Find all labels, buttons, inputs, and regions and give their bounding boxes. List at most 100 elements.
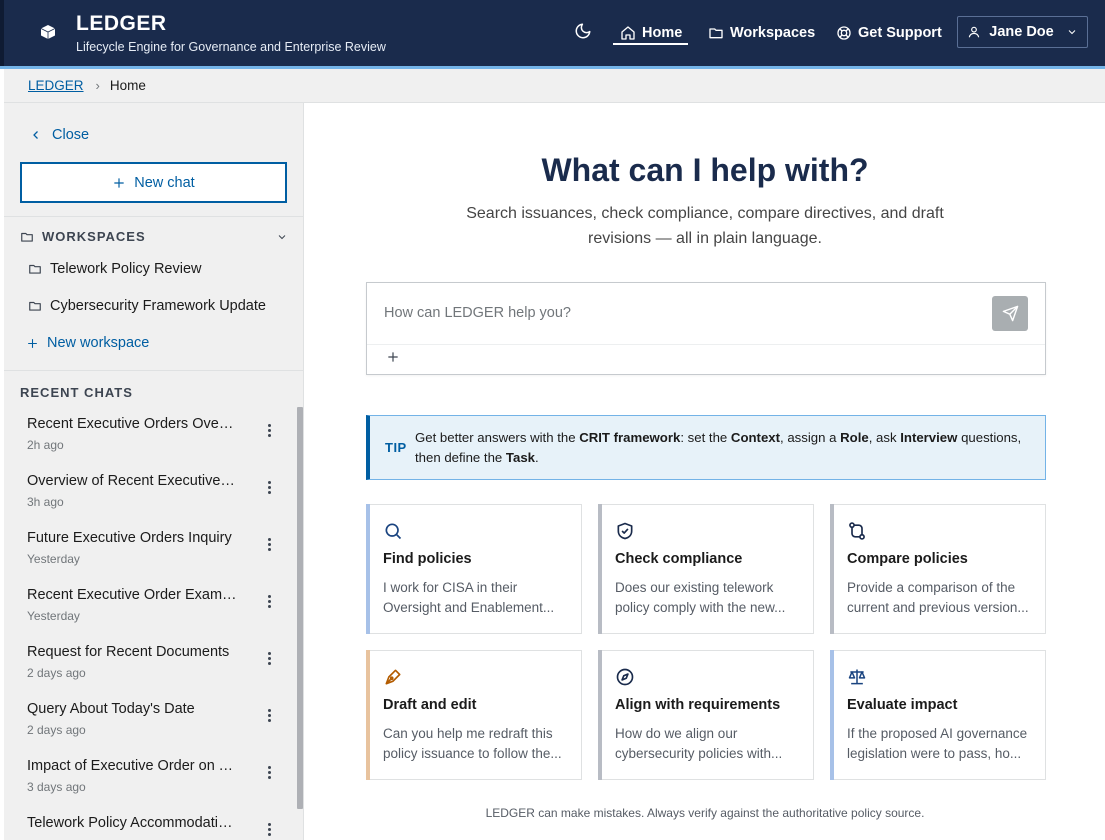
nav-support[interactable]: Get Support bbox=[836, 21, 942, 45]
chat-timestamp: 2 days ago bbox=[27, 723, 86, 737]
card-description: If the proposed AI governance legislation… bbox=[847, 726, 1028, 761]
scale-icon bbox=[848, 669, 866, 685]
card-description: I work for CISA in their Oversight and En… bbox=[383, 580, 555, 615]
send-button[interactable] bbox=[992, 296, 1028, 331]
app-subtitle: Lifecycle Engine for Governance and Ente… bbox=[76, 40, 386, 54]
more-options-icon[interactable] bbox=[261, 762, 277, 782]
card-description: Provide a comparison of the current and p… bbox=[847, 580, 1029, 615]
cube-logo-icon bbox=[40, 25, 56, 39]
recent-chat-item[interactable]: Recent Executive Order Examples Yesterda… bbox=[27, 587, 277, 639]
chevron-down-icon bbox=[278, 234, 286, 239]
folder-icon bbox=[21, 232, 33, 242]
card-description: Does our existing telework policy comply … bbox=[615, 580, 786, 615]
chat-title: Recent Executive Orders Overview bbox=[27, 416, 237, 432]
nav-home-label: Home bbox=[642, 25, 683, 41]
card-accent-bar bbox=[366, 650, 370, 780]
new-chat-button[interactable]: New chat bbox=[20, 162, 287, 203]
recent-chat-item[interactable]: Query About Today's Date 2 days ago bbox=[27, 701, 277, 753]
suggestion-card-check-compliance[interactable]: Check compliance Does our existing telew… bbox=[598, 504, 814, 634]
new-workspace-label: New workspace bbox=[47, 335, 150, 351]
chat-timestamp: 2 days ago bbox=[27, 666, 86, 680]
folder-icon bbox=[29, 301, 41, 311]
chat-timestamp: 3h ago bbox=[27, 495, 64, 509]
recent-chat-item[interactable]: Impact of Executive Order on Telework 3 … bbox=[27, 758, 277, 810]
suggestion-card-evaluate-impact[interactable]: Evaluate impact If the proposed AI gover… bbox=[830, 650, 1046, 780]
suggestion-card-find-policies[interactable]: Find policies I work for CISA in their Ov… bbox=[366, 504, 582, 634]
breadcrumb: LEDGER › Home bbox=[4, 69, 1105, 103]
chevron-down-icon bbox=[1068, 30, 1076, 35]
tip-label: TIP bbox=[385, 440, 407, 455]
suggestion-card-compare-policies[interactable]: Compare policies Provide a comparison of… bbox=[830, 504, 1046, 634]
prompt-input[interactable] bbox=[384, 305, 984, 321]
plus-icon bbox=[114, 177, 124, 188]
hero-title: What can I help with? bbox=[541, 152, 869, 188]
user-menu-button[interactable]: Jane Doe bbox=[957, 16, 1088, 48]
attach-plus-icon[interactable] bbox=[385, 349, 401, 365]
more-options-icon[interactable] bbox=[261, 819, 277, 839]
more-options-icon[interactable] bbox=[261, 705, 277, 725]
recent-chat-item[interactable]: Overview of Recent Executive Orders 3h a… bbox=[27, 473, 277, 525]
app-title[interactable]: LEDGER bbox=[76, 12, 167, 36]
card-accent-bar bbox=[830, 650, 834, 780]
breadcrumb-root-link[interactable]: LEDGER bbox=[28, 78, 84, 93]
card-title: Check compliance bbox=[615, 551, 743, 567]
more-options-icon[interactable] bbox=[261, 591, 277, 611]
recent-chats-heading: RECENT CHATS bbox=[20, 385, 133, 400]
tip-text: Get better answers with the CRIT framewo… bbox=[415, 430, 1022, 465]
workspace-label: Telework Policy Review bbox=[50, 261, 202, 277]
tip-banner: TIP Get better answers with the CRIT fra… bbox=[366, 415, 1046, 480]
workspaces-section-toggle[interactable]: WORKSPACES bbox=[20, 229, 288, 244]
plus-icon bbox=[28, 338, 37, 348]
compass-icon bbox=[616, 668, 634, 686]
suggestion-card-draft-and-edit[interactable]: Draft and edit Can you help me redraft t… bbox=[366, 650, 582, 780]
chat-timestamp: 3 days ago bbox=[27, 780, 86, 794]
sidebar-divider bbox=[4, 216, 303, 217]
chat-title: Recent Executive Order Examples bbox=[27, 587, 237, 603]
chat-title: Overview of Recent Executive Orders bbox=[27, 473, 237, 489]
chat-title: Telework Policy Accommodations bbox=[27, 815, 237, 831]
workspace-item[interactable]: Cybersecurity Framework Update bbox=[28, 298, 266, 314]
pen-icon bbox=[385, 669, 401, 685]
chat-title: Query About Today's Date bbox=[27, 701, 195, 717]
recent-chat-item[interactable]: Future Executive Orders Inquiry Yesterda… bbox=[27, 530, 277, 582]
prompt-divider bbox=[367, 344, 1045, 345]
card-accent-bar bbox=[598, 650, 602, 780]
nav-active-indicator bbox=[613, 43, 688, 45]
recent-chat-item[interactable]: Telework Policy Accommodations bbox=[27, 815, 277, 840]
sidebar-scrollbar[interactable] bbox=[297, 407, 303, 809]
recent-chat-item[interactable]: Request for Recent Documents 2 days ago bbox=[27, 644, 277, 696]
nav-workspaces[interactable]: Workspaces bbox=[708, 21, 815, 45]
recent-chat-item[interactable]: Recent Executive Orders Overview 2h ago bbox=[27, 416, 277, 468]
folder-icon bbox=[29, 264, 41, 274]
nav-home[interactable]: Home bbox=[620, 21, 682, 45]
shield-check-icon bbox=[617, 522, 633, 540]
card-title: Draft and edit bbox=[383, 697, 477, 713]
more-options-icon[interactable] bbox=[261, 477, 277, 497]
close-sidebar-button[interactable]: Close bbox=[30, 127, 89, 143]
card-accent-bar bbox=[366, 504, 370, 634]
card-title: Evaluate impact bbox=[847, 697, 958, 713]
hero-subtitle: Search issuances, check compliance, comp… bbox=[466, 205, 944, 247]
more-options-icon[interactable] bbox=[261, 534, 277, 554]
lifebuoy-icon bbox=[837, 26, 851, 40]
more-options-icon[interactable] bbox=[261, 648, 277, 668]
sidebar: Close New chat WORKSPACES Telework Polic… bbox=[4, 103, 304, 840]
search-icon bbox=[385, 523, 402, 540]
card-description: How do we align our cybersecurity policie… bbox=[615, 726, 783, 761]
user-name: Jane Doe bbox=[989, 24, 1054, 40]
moon-icon[interactable] bbox=[574, 22, 592, 40]
new-workspace-button[interactable]: New workspace bbox=[26, 335, 149, 351]
card-description: Can you help me redraft this policy issua… bbox=[383, 726, 562, 761]
user-icon bbox=[969, 26, 980, 38]
more-options-icon[interactable] bbox=[261, 420, 277, 440]
home-icon bbox=[621, 26, 635, 40]
chat-timestamp: Yesterday bbox=[27, 552, 80, 566]
workspace-item[interactable]: Telework Policy Review bbox=[28, 261, 202, 277]
chat-title: Request for Recent Documents bbox=[27, 644, 230, 660]
chat-title: Impact of Executive Order on Telework bbox=[27, 758, 237, 774]
card-accent-bar bbox=[830, 504, 834, 634]
folder-icon bbox=[709, 28, 723, 39]
card-title: Align with requirements bbox=[615, 697, 781, 713]
app-header: LEDGER Lifecycle Engine for Governance a… bbox=[0, 0, 1105, 66]
suggestion-card-align-requirements[interactable]: Align with requirements How do we align … bbox=[598, 650, 814, 780]
